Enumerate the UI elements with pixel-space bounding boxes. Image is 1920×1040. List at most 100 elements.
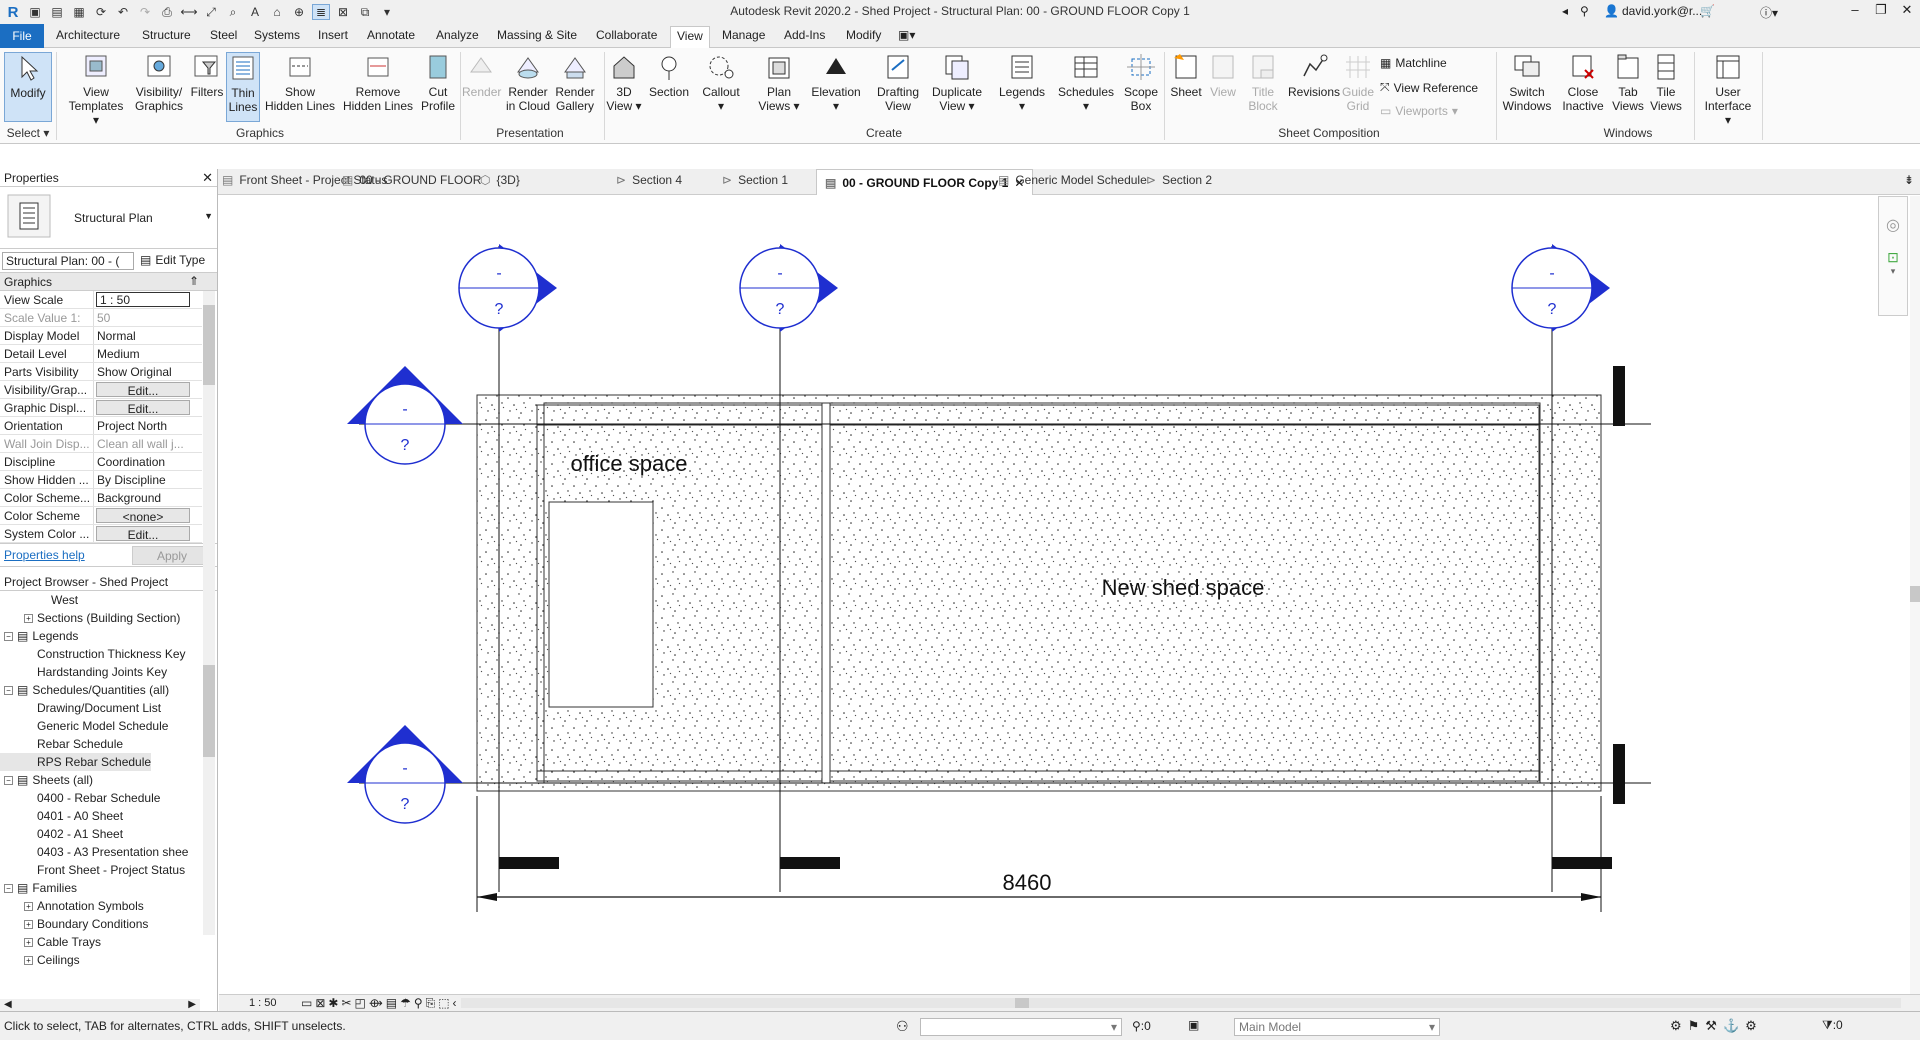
property-row[interactable]: View Scale 1 : 50 bbox=[0, 291, 202, 309]
section-marker[interactable]: - ? bbox=[347, 725, 463, 824]
view-controls-icons[interactable]: ▭⊠✱✂◰⟴▤☂⚲⎘⬚‹ bbox=[301, 996, 460, 1011]
vertical-scrollbar[interactable] bbox=[1910, 196, 1920, 994]
browser-item[interactable]: West bbox=[0, 591, 217, 609]
scroll-thumb[interactable] bbox=[203, 665, 215, 757]
tab-insert[interactable]: Insert bbox=[318, 28, 348, 42]
property-row[interactable]: Display Model Normal bbox=[0, 327, 202, 345]
browser-item[interactable]: 0400 - Rebar Schedule bbox=[0, 789, 217, 807]
cart-icon[interactable]: 🛒 bbox=[1700, 4, 1715, 18]
view-tab[interactable]: ▤ Generic Model Schedule bbox=[998, 173, 1147, 187]
scope-box-button[interactable]: Scope Box bbox=[1120, 52, 1162, 113]
browser-item[interactable]: 0402 - A1 Sheet bbox=[0, 825, 217, 843]
remove-hidden-lines-button[interactable]: Remove Hidden Lines bbox=[338, 52, 418, 113]
user-icon[interactable]: 👤 bbox=[1604, 4, 1619, 18]
place-view-button[interactable]: View bbox=[1206, 52, 1240, 99]
tab-manage[interactable]: Manage bbox=[722, 28, 765, 42]
browser-item[interactable]: − ▤ Sheets (all) bbox=[0, 771, 217, 789]
thin-lines-button[interactable]: Thin Lines bbox=[226, 52, 260, 122]
view-tab[interactable]: ▤ 00 - GROUND FLOOR bbox=[342, 173, 481, 187]
editable-only-icon[interactable]: ⚲:0 bbox=[1132, 1019, 1151, 1033]
browser-item[interactable]: + Cable Trays bbox=[0, 933, 217, 951]
browser-item[interactable]: Drawing/Document List bbox=[0, 699, 217, 717]
property-value[interactable]: 1 : 50 bbox=[96, 292, 190, 307]
dimension-value[interactable]: 8460 bbox=[1003, 870, 1052, 895]
matchline-button[interactable]: ▦ Matchline bbox=[1380, 56, 1447, 70]
title-block-button[interactable]: Title Block bbox=[1240, 52, 1286, 113]
room-label-office[interactable]: office space bbox=[570, 451, 687, 476]
section-button[interactable]: Section bbox=[646, 52, 692, 99]
tab-annotate[interactable]: Annotate bbox=[367, 28, 415, 42]
duplicate-view-button[interactable]: Duplicate View ▾ bbox=[928, 52, 986, 113]
view-reference-button[interactable]: ⤧ View Reference bbox=[1380, 80, 1478, 95]
property-value[interactable]: Clean all wall j... bbox=[94, 435, 202, 452]
property-row[interactable]: Visibility/Grap... Edit... bbox=[0, 381, 202, 399]
collapse-icon[interactable]: − bbox=[4, 883, 13, 893]
browser-item[interactable]: − ▤ Families bbox=[0, 879, 217, 897]
tab-view[interactable]: View bbox=[670, 26, 710, 48]
property-edit-button[interactable]: Edit... bbox=[96, 526, 190, 541]
property-row[interactable]: Graphic Displ... Edit... bbox=[0, 399, 202, 417]
tab-analyze[interactable]: Analyze bbox=[436, 28, 479, 42]
property-value[interactable]: Project North bbox=[94, 417, 202, 434]
property-value[interactable]: Medium bbox=[94, 345, 202, 362]
property-row[interactable]: Color Scheme... Background bbox=[0, 489, 202, 507]
filter-icon[interactable]: ⧩:0 bbox=[1822, 1018, 1843, 1033]
apply-button[interactable]: Apply bbox=[132, 546, 212, 565]
view-tab[interactable]: ⬡ {3D} bbox=[480, 173, 520, 187]
worksets-icon[interactable]: ⚇ bbox=[896, 1018, 909, 1035]
workset-dropdown[interactable]: ▾ bbox=[920, 1018, 1122, 1036]
property-value[interactable]: By Discipline bbox=[94, 471, 202, 488]
render-button[interactable]: Render bbox=[462, 52, 501, 99]
view-templates-button[interactable]: View Templates ▾ bbox=[66, 52, 126, 127]
view-tab[interactable]: ⊳ Section 4 bbox=[616, 173, 682, 187]
elevation-button[interactable]: Elevation ▾ bbox=[808, 52, 864, 113]
browser-item[interactable]: − ▤ Schedules/Quantities (all) bbox=[0, 681, 217, 699]
browser-item[interactable]: + Boundary Conditions bbox=[0, 915, 217, 933]
sheet-button[interactable]: Sheet bbox=[1166, 52, 1206, 99]
guide-grid-button[interactable]: Guide Grid bbox=[1340, 52, 1376, 113]
property-row[interactable]: Detail Level Medium bbox=[0, 345, 202, 363]
ribbon-options-icon[interactable]: ▣▾ bbox=[898, 28, 915, 42]
instance-selector[interactable]: Structural Plan: 00 - ( bbox=[2, 252, 134, 270]
partition-wall[interactable] bbox=[821, 402, 831, 784]
expand-icon[interactable]: + bbox=[24, 613, 33, 623]
horizontal-scrollbar[interactable] bbox=[461, 998, 1901, 1008]
close-icon[interactable]: ✕ bbox=[1897, 2, 1917, 20]
browser-item[interactable]: + Annotation Symbols bbox=[0, 897, 217, 915]
tab-massing[interactable]: Massing & Site bbox=[497, 28, 577, 42]
tabs-overflow-icon[interactable]: ⇟ bbox=[1904, 173, 1914, 187]
collapse-icon[interactable]: − bbox=[4, 631, 13, 641]
browser-item[interactable]: + Ceilings bbox=[0, 951, 217, 969]
browser-item[interactable]: 0403 - A3 Presentation shee bbox=[0, 843, 217, 861]
design-options-icon[interactable]: ▣ bbox=[1188, 1018, 1199, 1032]
properties-help-link[interactable]: Properties help bbox=[4, 548, 85, 562]
properties-scrollbar[interactable] bbox=[203, 291, 215, 543]
callout-button[interactable]: Callout ▾ bbox=[698, 52, 744, 113]
minimize-icon[interactable]: – bbox=[1845, 2, 1865, 20]
property-row[interactable]: Parts Visibility Show Original bbox=[0, 363, 202, 381]
binoculars-icon[interactable]: ⚲ bbox=[1580, 4, 1589, 18]
property-value[interactable]: 50 bbox=[94, 309, 202, 326]
graphics-group-header[interactable]: Graphics ⇑ bbox=[0, 273, 217, 291]
property-value[interactable]: Background bbox=[94, 489, 202, 506]
show-hidden-lines-button[interactable]: Show Hidden Lines bbox=[262, 52, 338, 113]
legends-button[interactable]: Legends ▾ bbox=[996, 52, 1048, 113]
tile-views-button[interactable]: Tile Views bbox=[1648, 52, 1684, 113]
help-icon[interactable]: ⓘ▾ bbox=[1760, 4, 1778, 21]
restore-icon[interactable]: ❐ bbox=[1871, 2, 1891, 20]
browser-item[interactable]: RPS Rebar Schedule bbox=[0, 753, 152, 771]
scroll-thumb[interactable] bbox=[1910, 586, 1920, 602]
close-inactive-button[interactable]: Close Inactive bbox=[1558, 52, 1608, 113]
collapse-icon[interactable]: − bbox=[4, 775, 13, 785]
property-edit-button[interactable]: Edit... bbox=[96, 382, 190, 397]
browser-scrollbar[interactable] bbox=[203, 535, 215, 935]
section-marker[interactable]: - ? bbox=[458, 244, 557, 332]
tab-steel[interactable]: Steel bbox=[210, 28, 237, 42]
property-row[interactable]: Discipline Coordination bbox=[0, 453, 202, 471]
type-selector[interactable]: Structural Plan ▼ bbox=[0, 187, 217, 249]
tab-file[interactable]: File bbox=[0, 24, 44, 48]
property-row[interactable]: Orientation Project North bbox=[0, 417, 202, 435]
section-marker[interactable]: - ? bbox=[347, 366, 463, 465]
zoom-icon[interactable]: ⊡ bbox=[1879, 249, 1907, 266]
property-value[interactable]: Coordination bbox=[94, 453, 202, 470]
